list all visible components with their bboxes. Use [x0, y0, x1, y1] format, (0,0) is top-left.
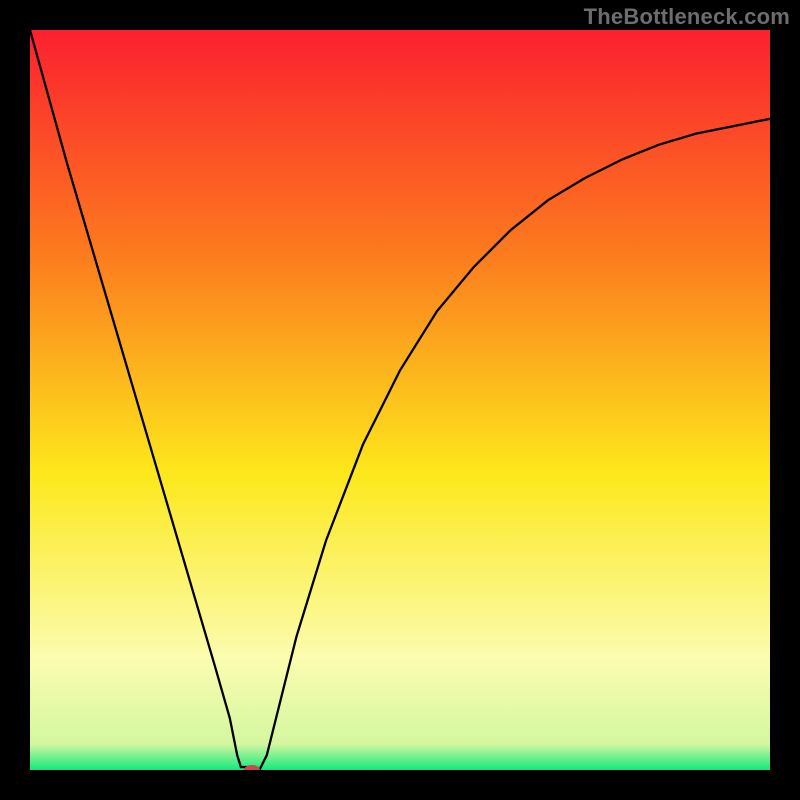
plot-area — [30, 30, 770, 770]
minimum-marker — [244, 765, 260, 770]
watermark-text: TheBottleneck.com — [584, 4, 790, 30]
bottleneck-curve — [30, 30, 770, 770]
chart-stage: TheBottleneck.com — [0, 0, 800, 800]
